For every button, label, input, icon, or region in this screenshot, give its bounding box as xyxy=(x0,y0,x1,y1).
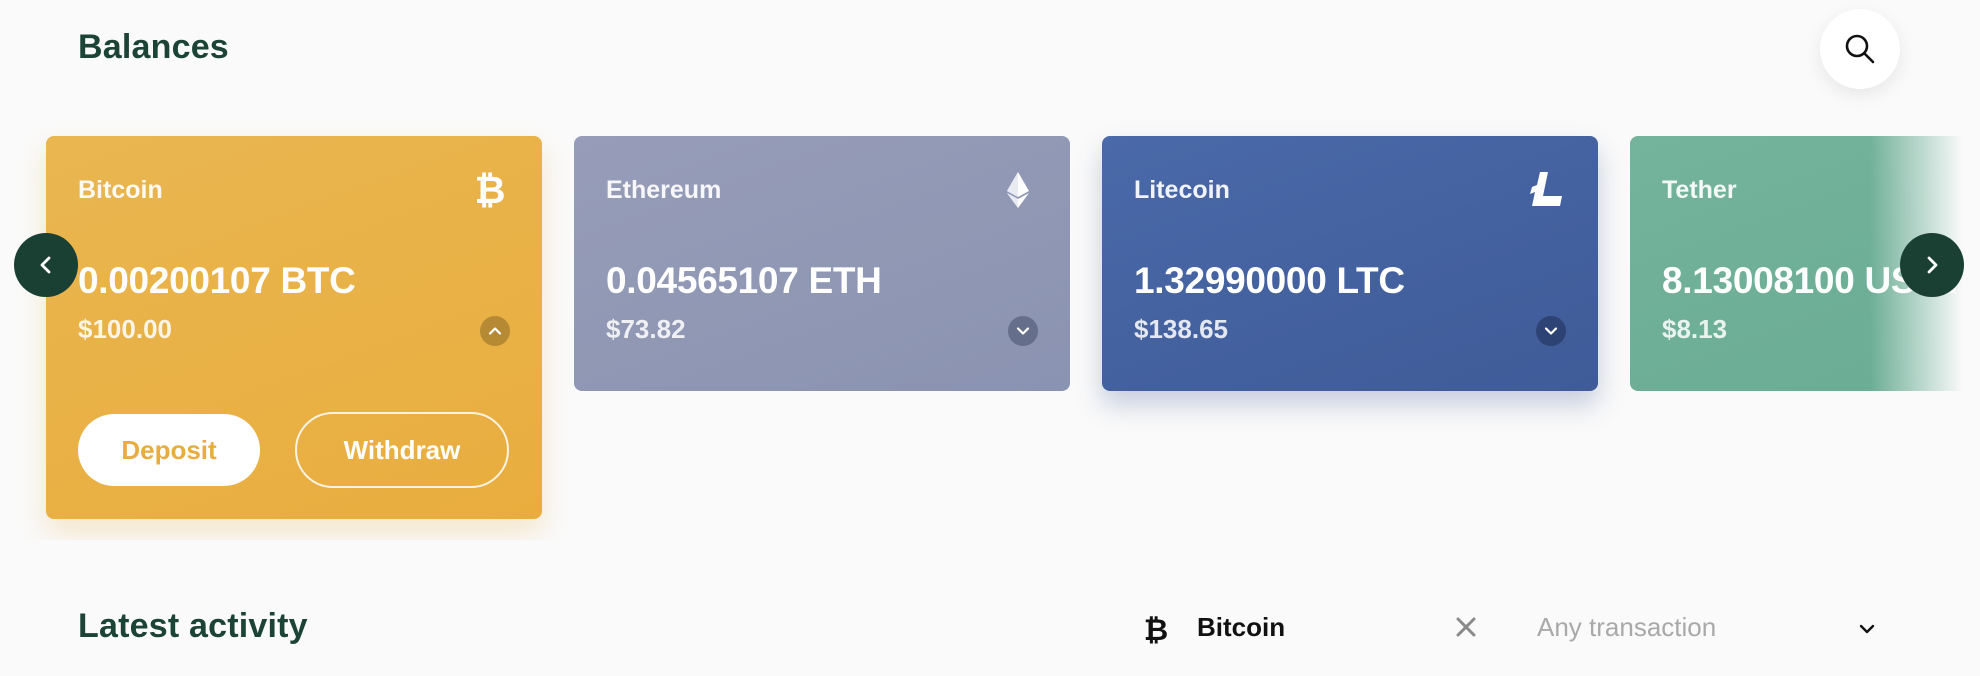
card-crypto-amount: 0.00200107 BTC xyxy=(78,260,356,301)
search-button[interactable] xyxy=(1820,9,1900,89)
carousel-next-button[interactable] xyxy=(1900,233,1964,297)
card-coin-name: Bitcoin xyxy=(78,176,163,204)
card-coin-name: Ethereum xyxy=(606,176,722,204)
card-crypto-amount: 0.04565107 ETH xyxy=(606,260,882,301)
card-fiat-amount: $100.00 xyxy=(78,314,172,344)
deposit-button[interactable]: Deposit xyxy=(78,414,260,486)
balances-carousel: Bitcoin ₿ 0.00200107 BTC $100.00 Deposit… xyxy=(0,120,1980,540)
card-fiat-amount: $138.65 xyxy=(1134,314,1228,344)
balances-title: Balances xyxy=(78,28,229,66)
svg-text:₿: ₿ xyxy=(475,170,506,210)
search-icon xyxy=(1845,34,1875,64)
balance-card-litecoin[interactable]: Litecoin 1.32990000 LTC $138.65 xyxy=(1102,136,1598,391)
chevron-up-icon xyxy=(488,327,502,335)
latest-activity-title: Latest activity xyxy=(78,607,308,645)
card-coin-name: Tether xyxy=(1662,176,1737,204)
card-crypto-amount: 1.32990000 LTC xyxy=(1134,260,1405,301)
carousel-prev-button[interactable] xyxy=(14,233,78,297)
card-fiat-amount: $73.82 xyxy=(606,314,686,344)
transaction-type-dropdown-toggle[interactable] xyxy=(1855,617,1879,641)
card-fiat-amount: $8.13 xyxy=(1662,314,1728,344)
bitcoin-icon: ₿ xyxy=(1144,613,1168,645)
card-collapse-button[interactable] xyxy=(480,316,510,346)
ethereum-icon xyxy=(1007,172,1029,208)
chevron-down-icon xyxy=(1016,327,1030,335)
withdraw-button[interactable]: Withdraw xyxy=(295,412,509,488)
page: Balances Bitcoin ₿ 0.00200107 BTC $100.0… xyxy=(0,0,1980,676)
close-icon xyxy=(1456,617,1476,637)
card-expand-button[interactable] xyxy=(1008,316,1038,346)
card-coin-name: Litecoin xyxy=(1134,176,1230,204)
chevron-down-icon xyxy=(1544,327,1558,335)
chevron-left-icon xyxy=(40,256,51,274)
chevron-right-icon xyxy=(1927,256,1938,274)
coin-filter-select[interactable]: Bitcoin xyxy=(1197,612,1285,643)
chevron-down-icon xyxy=(1859,624,1875,634)
balance-card-ethereum[interactable]: Ethereum 0.04565107 ETH $73.82 xyxy=(574,136,1070,391)
clear-coin-filter-button[interactable] xyxy=(1452,613,1480,641)
balance-card-bitcoin[interactable]: Bitcoin ₿ 0.00200107 BTC $100.00 Deposit… xyxy=(46,136,542,519)
svg-text:₿: ₿ xyxy=(1144,613,1168,645)
bitcoin-icon: ₿ xyxy=(475,170,506,210)
litecoin-icon xyxy=(1530,172,1562,206)
card-expand-button[interactable] xyxy=(1536,316,1566,346)
transaction-type-select[interactable]: Any transaction xyxy=(1537,612,1887,643)
